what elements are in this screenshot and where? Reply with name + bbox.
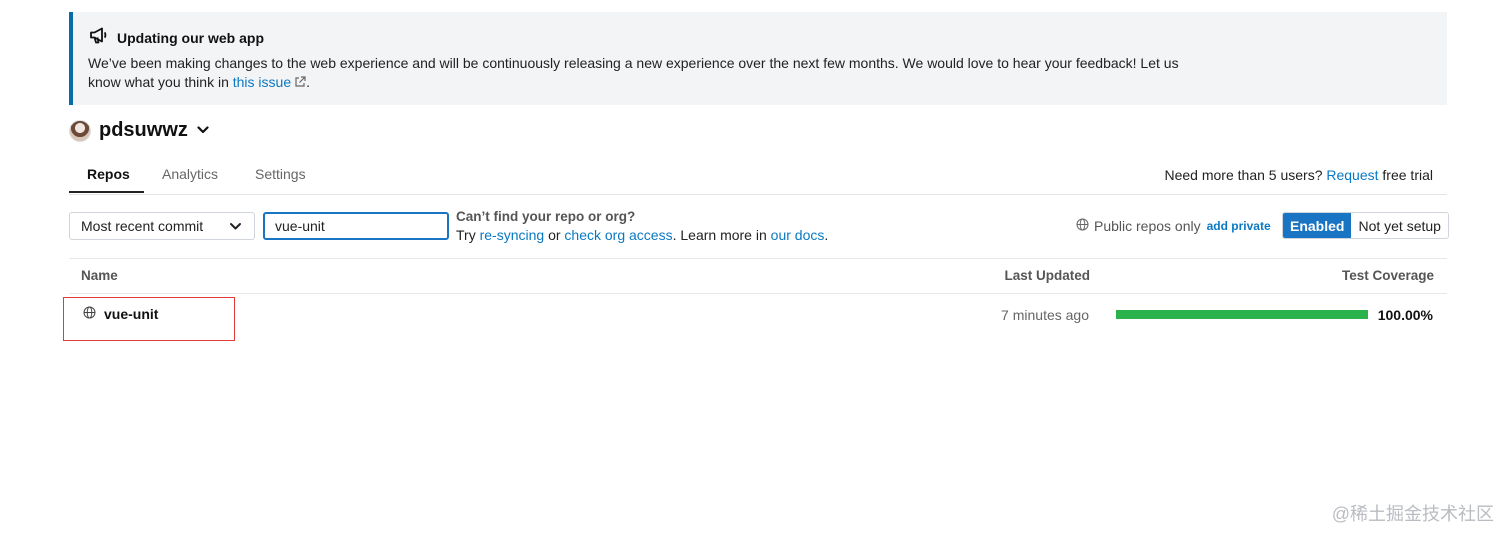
- column-header-last-updated[interactable]: Last Updated: [1004, 268, 1090, 283]
- megaphone-icon: [89, 26, 109, 49]
- visibility-label: Public repos only: [1094, 218, 1201, 234]
- avatar: [69, 119, 91, 142]
- users-note: Need more than 5 users? Request free tri…: [1165, 167, 1434, 183]
- tab-settings[interactable]: Settings: [255, 166, 306, 182]
- column-header-name[interactable]: Name: [81, 268, 118, 283]
- check-org-access-link[interactable]: check org access: [564, 227, 672, 243]
- enabled-filter-button[interactable]: Enabled: [1283, 213, 1352, 238]
- resync-link[interactable]: re-syncing: [480, 227, 545, 243]
- banner-header: Updating our web app: [89, 26, 264, 49]
- tab-bar: Repos Analytics Settings Need more than …: [69, 158, 1447, 195]
- table-header: Name Last Updated Test Coverage: [69, 259, 1447, 294]
- hint-learn: . Learn more in: [672, 227, 771, 243]
- org-switcher[interactable]: pdsuwwz: [69, 119, 210, 142]
- external-link-icon: [294, 74, 306, 93]
- annotation-highlight-box: [63, 297, 235, 341]
- setup-status-toggle: Enabled Not yet setup: [1282, 212, 1449, 239]
- request-link[interactable]: Request: [1326, 167, 1378, 183]
- tab-analytics[interactable]: Analytics: [162, 166, 218, 182]
- org-name: pdsuwwz: [99, 119, 188, 141]
- hint-title: Can’t find your repo or org?: [456, 209, 636, 224]
- column-header-coverage[interactable]: Test Coverage: [1342, 268, 1434, 283]
- last-updated: 7 minutes ago: [1001, 307, 1089, 323]
- active-tab-indicator: [69, 191, 144, 193]
- coverage-value: 100.00%: [1377, 307, 1433, 323]
- users-note-after: free trial: [1382, 167, 1433, 183]
- chevron-down-icon: [196, 122, 210, 140]
- banner-text: We’ve been making changes to the web exp…: [88, 54, 1208, 93]
- tab-repos[interactable]: Repos: [87, 166, 130, 182]
- repo-help-hint: Can’t find your repo or org? Try re-sync…: [456, 208, 828, 244]
- repos-table: Name Last Updated Test Coverage vue-unit…: [69, 258, 1447, 334]
- this-issue-link[interactable]: this issue: [233, 74, 291, 90]
- coverage-bar: [1116, 310, 1368, 319]
- add-private-link[interactable]: add private: [1207, 219, 1271, 233]
- watermark: @稀土掘金技术社区: [1331, 504, 1494, 524]
- hint-end: .: [824, 227, 829, 243]
- coverage-bar-fill: [1116, 310, 1368, 319]
- chevron-down-icon: [229, 218, 242, 234]
- hint-try: Try: [456, 227, 480, 243]
- repo-search-input[interactable]: [263, 212, 449, 240]
- update-banner: Updating our web app We’ve been making c…: [69, 12, 1447, 105]
- globe-icon: [1076, 218, 1089, 234]
- users-note-text: Need more than 5 users?: [1164, 167, 1323, 183]
- sort-select-value: Most recent commit: [81, 218, 204, 234]
- not-setup-filter-button[interactable]: Not yet setup: [1351, 213, 1448, 238]
- hint-or: or: [544, 227, 565, 243]
- banner-period: .: [306, 74, 310, 90]
- table-row[interactable]: vue-unit 7 minutes ago 100.00%: [69, 294, 1447, 334]
- page: Updating our web app We’ve been making c…: [0, 0, 1512, 539]
- hint-body: Try re-syncing or check org access. Lear…: [456, 226, 828, 244]
- docs-link[interactable]: our docs: [771, 227, 825, 243]
- banner-title: Updating our web app: [117, 29, 264, 46]
- sort-select[interactable]: Most recent commit: [69, 212, 255, 240]
- visibility-filter: Public repos only add private: [1076, 218, 1271, 234]
